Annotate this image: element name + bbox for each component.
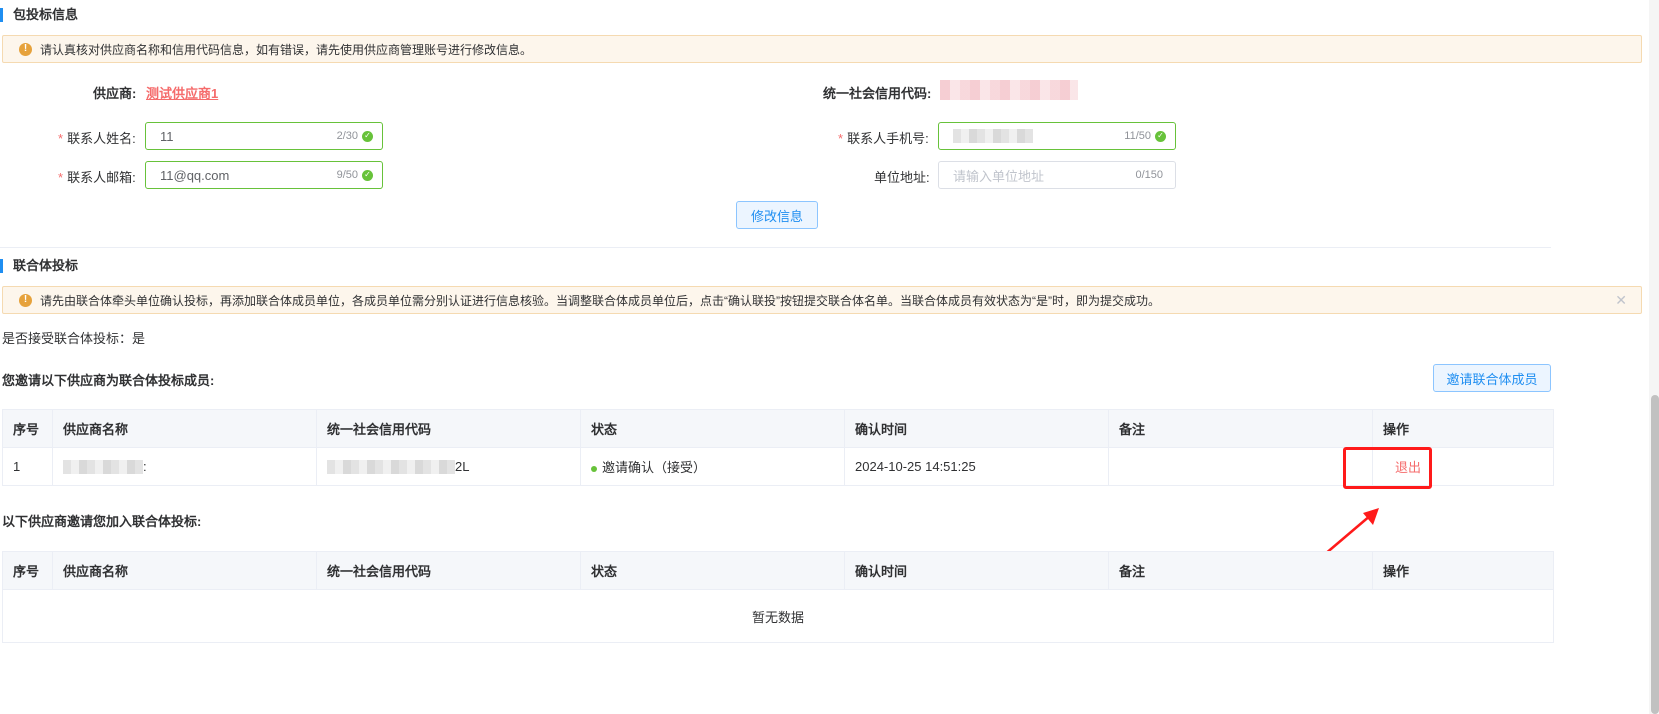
col-index: 序号: [2, 551, 53, 590]
cell-supplier-name: :: [52, 447, 317, 486]
check-icon: ✓: [362, 169, 373, 181]
col-confirm-time: 确认时间: [844, 551, 1109, 590]
address-count: 0/150: [1135, 169, 1163, 181]
col-index: 序号: [2, 409, 53, 448]
invite-member-button[interactable]: 邀请联合体成员: [1433, 364, 1551, 392]
check-icon: ✓: [362, 130, 373, 142]
contact-phone-input[interactable]: 11/50 ✓: [938, 122, 1176, 150]
highlight-box: [1343, 447, 1432, 489]
address-label: 单位地址:: [874, 170, 930, 185]
contact-email-count: 9/50: [336, 169, 358, 181]
code-redacted: [327, 460, 455, 475]
invited-table: 序号 供应商名称 统一社会信用代码 状态 确认时间 备注 操作 1 : 2L 邀…: [2, 409, 1554, 486]
table-row: 1 : 2L 邀请确认（接受） 2024-10-25 14:51:25 退出: [2, 447, 1554, 486]
contact-name-input[interactable]: 11 2/30 ✓: [145, 122, 383, 150]
status-dot: [591, 465, 597, 472]
col-credit-code: 统一社会信用代码: [316, 551, 581, 590]
address-input[interactable]: 请输入单位地址 0/150: [938, 161, 1176, 189]
supplier-link[interactable]: 测试供应商1: [146, 83, 218, 102]
check-icon: ✓: [1155, 130, 1166, 142]
phone-redacted: [953, 129, 1033, 143]
cell-credit-code: 2L: [316, 447, 581, 486]
cell-remark: [1108, 447, 1373, 486]
alert-text: 请认真核对供应商名称和信用代码信息，如有错误，请先使用供应商管理账号进行修改信息…: [40, 42, 533, 57]
contact-phone-label: * 联系人手机号:: [838, 131, 929, 146]
warning-icon: !: [19, 293, 32, 307]
contact-name-value: 11: [160, 128, 174, 144]
modify-info-button[interactable]: 修改信息: [736, 201, 818, 229]
table-header-row: 序号 供应商名称 统一社会信用代码 状态 确认时间 备注 操作: [2, 409, 1554, 448]
col-remark: 备注: [1108, 551, 1373, 590]
supplier-label: 供应商:: [93, 86, 137, 101]
cell-confirm-time: 2024-10-25 14:51:25: [844, 447, 1109, 486]
credit-code-label: 统一社会信用代码:: [823, 86, 932, 101]
consortium-alert: ! 请先由联合体牵头单位确认投标，再添加联合体成员单位，各成员单位需分别认证进行…: [2, 286, 1642, 314]
section-divider: [0, 247, 1551, 248]
warning-icon: !: [19, 42, 32, 56]
received-table: 序号 供应商名称 统一社会信用代码 状态 确认时间 备注 操作 暂无数据: [2, 551, 1554, 643]
received-title: 以下供应商邀请您加入联合体投标:: [2, 514, 202, 529]
contact-name-label: * 联系人姓名:: [58, 131, 136, 146]
address-placeholder: 请输入单位地址: [953, 168, 1045, 184]
contact-email-input[interactable]: 11@qq.com 9/50 ✓: [145, 161, 383, 189]
empty-text: 暂无数据: [2, 589, 1554, 643]
col-supplier-name: 供应商名称: [52, 551, 317, 590]
col-status: 状态: [580, 409, 845, 448]
credit-code-redacted: [940, 80, 1078, 100]
col-action: 操作: [1372, 551, 1554, 590]
cell-status: 邀请确认（接受）: [580, 447, 845, 486]
col-supplier-name: 供应商名称: [52, 409, 317, 448]
contact-email-value: 11@qq.com: [160, 167, 230, 183]
col-remark: 备注: [1108, 409, 1373, 448]
col-status: 状态: [580, 551, 845, 590]
table-header-row: 序号 供应商名称 统一社会信用代码 状态 确认时间 备注 操作: [2, 551, 1554, 590]
alert-text: 请先由联合体牵头单位确认投标，再添加联合体成员单位，各成员单位需分别认证进行信息…: [40, 293, 1160, 308]
bid-info-title: 包投标信息: [0, 8, 78, 22]
close-icon[interactable]: ✕: [1615, 292, 1627, 309]
scrollbar-thumb[interactable]: [1651, 395, 1659, 714]
cell-index: 1: [2, 447, 53, 486]
name-redacted: [63, 460, 143, 475]
contact-email-label: * 联系人邮箱:: [58, 170, 136, 185]
contact-name-count: 2/30: [336, 130, 358, 142]
bid-info-alert: ! 请认真核对供应商名称和信用代码信息，如有错误，请先使用供应商管理账号进行修改…: [2, 35, 1642, 63]
col-action: 操作: [1372, 409, 1554, 448]
invited-title: 您邀请以下供应商为联合体投标成员:: [2, 373, 215, 388]
accept-consortium-text: 是否接受联合体投标：是: [2, 331, 146, 346]
col-credit-code: 统一社会信用代码: [316, 409, 581, 448]
consortium-title: 联合体投标: [0, 259, 78, 273]
contact-phone-count: 11/50: [1124, 130, 1151, 142]
empty-row: 暂无数据: [2, 589, 1554, 643]
col-confirm-time: 确认时间: [844, 409, 1109, 448]
